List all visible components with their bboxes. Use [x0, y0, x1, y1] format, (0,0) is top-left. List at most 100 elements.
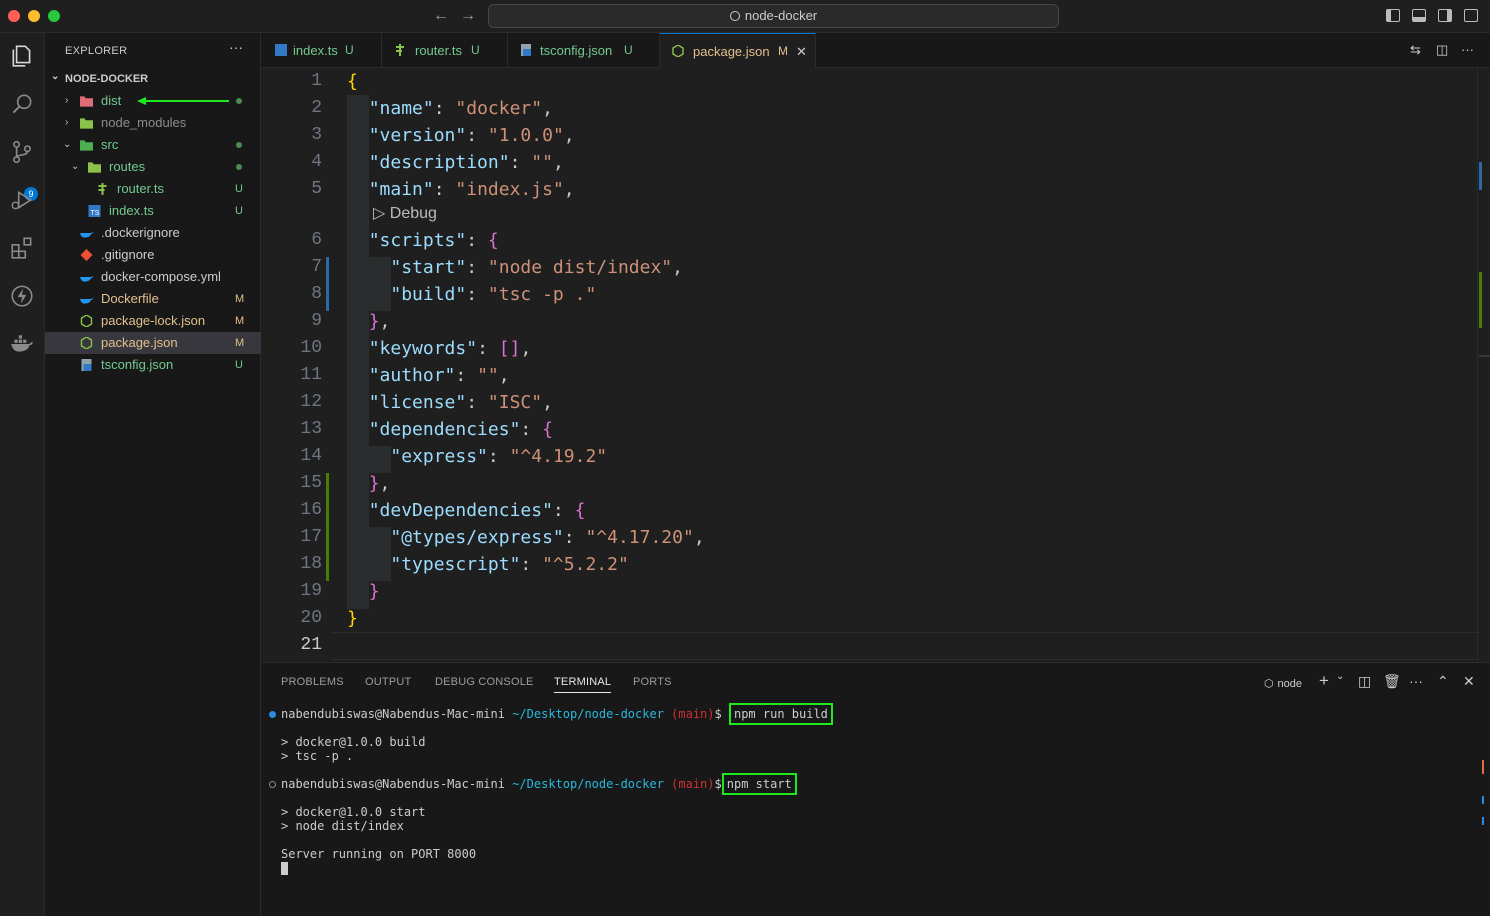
tree-item-package-lock[interactable]: package-lock.json M: [45, 310, 261, 332]
close-panel-icon[interactable]: ✕: [1463, 673, 1475, 690]
back-arrow-icon[interactable]: ←: [433, 7, 449, 25]
new-terminal-icon[interactable]: +: [1319, 671, 1329, 691]
svg-text:TS: TS: [91, 210, 100, 217]
workspace-folder-header[interactable]: ⌄ NODE-DOCKER: [45, 69, 261, 89]
tab-package-json[interactable]: package.json M ✕: [660, 33, 816, 68]
source-control-icon[interactable]: [9, 139, 35, 165]
code-token: }: [368, 581, 380, 602]
terminal-output-line: > node dist/index: [281, 819, 404, 833]
lightning-icon[interactable]: [9, 283, 35, 309]
diff-modified-bar: [326, 257, 329, 311]
tree-item-dist[interactable]: › dist: [45, 90, 261, 112]
terminal-output-line: > docker@1.0.0 start: [281, 805, 426, 819]
tab-terminal[interactable]: TERMINAL: [554, 676, 612, 693]
chevron-down-icon[interactable]: ⌄: [1336, 671, 1344, 682]
docker-file-icon: [80, 298, 93, 304]
scrollbar-slider[interactable]: [1479, 355, 1490, 357]
split-editor-icon[interactable]: ◫: [1436, 42, 1448, 58]
minimize-window-button[interactable]: [28, 10, 40, 22]
code-editor[interactable]: 1 2 3 4 5 6 7 8 9 10 11 12 13 14 15 16 1…: [261, 68, 1490, 660]
line-number: 3: [311, 125, 322, 145]
maximize-window-button[interactable]: [48, 10, 60, 22]
maximize-panel-icon[interactable]: ⌃: [1437, 673, 1449, 690]
tree-item-dockerignore[interactable]: .dockerignore: [45, 222, 261, 244]
customize-layout-icon[interactable]: [1464, 9, 1478, 22]
tree-item-gitignore[interactable]: .gitignore: [45, 244, 261, 266]
code-token: "version": [368, 125, 467, 146]
toggle-panel-icon[interactable]: [1412, 9, 1426, 22]
docker-icon[interactable]: [9, 331, 35, 357]
git-status-badge: U: [235, 359, 243, 371]
code-token: "license": [368, 392, 467, 413]
code-token: "devDependencies": [368, 500, 553, 521]
terminal-branch: (main): [671, 707, 715, 721]
terminal-prompt: $: [714, 777, 722, 791]
folder-open-icon: [80, 140, 93, 151]
tree-item-index-ts[interactable]: TS index.ts U: [45, 200, 261, 222]
code-token: "^4.19.2": [509, 446, 608, 467]
tab-tsconfig[interactable]: tsconfig.json U: [508, 33, 660, 68]
tree-item-routes[interactable]: ⌄ routes: [45, 156, 261, 178]
git-status-badge: U: [235, 205, 243, 217]
terminal-prompt-line: nabendubiswas@Nabendus-Mac-mini ~/Deskto…: [281, 773, 797, 795]
tab-router-ts[interactable]: router.ts U: [382, 33, 508, 68]
tree-item-router-ts[interactable]: router.ts U: [45, 178, 261, 200]
bottom-panel: PROBLEMS OUTPUT DEBUG CONSOLE TERMINAL P…: [261, 662, 1490, 916]
typescript-file-icon: TS: [88, 205, 101, 217]
terminal-cursor: [281, 862, 288, 875]
forward-arrow-icon[interactable]: →: [460, 7, 476, 25]
tree-item-src[interactable]: ⌄ src: [45, 134, 261, 156]
tab-label: tsconfig.json: [540, 43, 613, 58]
tree-item-dockerfile[interactable]: Dockerfile M: [45, 288, 261, 310]
scrollbar-marker: [1479, 272, 1482, 328]
trash-icon[interactable]: 🗑: [1383, 673, 1401, 690]
tab-output[interactable]: OUTPUT: [365, 676, 411, 688]
terminal-scroll-marker: [1482, 760, 1484, 774]
line-number: 7: [311, 257, 322, 277]
node-file-icon: [672, 45, 684, 57]
code-token: "node dist/index": [487, 257, 673, 278]
explorer-more-actions-icon[interactable]: ···: [229, 39, 243, 55]
debug-codelens[interactable]: ▷ Debug: [373, 203, 437, 223]
docker-file-icon: [80, 276, 93, 282]
more-actions-icon[interactable]: ···: [1461, 42, 1474, 57]
tab-debug-console[interactable]: DEBUG CONSOLE: [435, 676, 534, 688]
split-terminal-icon[interactable]: ◫: [1358, 673, 1371, 690]
close-window-button[interactable]: [8, 10, 20, 22]
open-changes-icon[interactable]: ⇆: [1410, 42, 1421, 58]
code-line: "express": "^4.19.2": [390, 446, 608, 467]
code-token: "description": [368, 152, 510, 173]
line-number: 16: [300, 500, 322, 520]
route-file-icon: [98, 183, 107, 195]
tree-item-label: Dockerfile: [101, 291, 159, 306]
tree-item-docker-compose[interactable]: docker-compose.yml: [45, 266, 261, 288]
code-line: "@types/express": "^4.17.20",: [390, 527, 705, 548]
more-actions-icon[interactable]: ···: [1409, 673, 1423, 689]
tsconfig-file-icon: [81, 359, 92, 371]
command-center-search[interactable]: node-docker: [488, 4, 1059, 28]
line-number: 6: [311, 230, 322, 250]
toggle-secondary-sidebar-icon[interactable]: [1438, 9, 1452, 22]
run-and-debug-icon[interactable]: [9, 187, 35, 213]
terminal-output-line: > docker@1.0.0 build: [281, 735, 426, 749]
tree-item-label: package.json: [101, 335, 178, 350]
terminal-profile[interactable]: ⬡ node: [1264, 674, 1302, 690]
tab-index-ts[interactable]: index.ts U: [261, 33, 382, 68]
tree-item-label: dist: [101, 93, 122, 108]
code-line: "typescript": "^5.2.2": [390, 554, 629, 575]
code-line: "scripts": {: [368, 230, 499, 251]
code-line: "devDependencies": {: [368, 500, 586, 521]
extensions-icon[interactable]: [9, 235, 35, 261]
tree-item-tsconfig[interactable]: tsconfig.json U: [45, 354, 261, 376]
tab-problems[interactable]: PROBLEMS: [281, 676, 344, 688]
tab-ports[interactable]: PORTS: [633, 676, 672, 688]
tree-item-node-modules[interactable]: › node_modules: [45, 112, 261, 134]
tree-item-package-json[interactable]: package.json M: [45, 332, 261, 354]
explorer-files-icon[interactable]: [9, 43, 35, 69]
line-number: 14: [300, 446, 322, 466]
code-token: "^4.17.20": [585, 527, 694, 548]
search-icon[interactable]: [9, 91, 35, 117]
toggle-primary-sidebar-icon[interactable]: [1386, 9, 1400, 22]
close-tab-icon[interactable]: ✕: [796, 34, 807, 69]
highlighted-command: npm run build: [728, 703, 833, 725]
